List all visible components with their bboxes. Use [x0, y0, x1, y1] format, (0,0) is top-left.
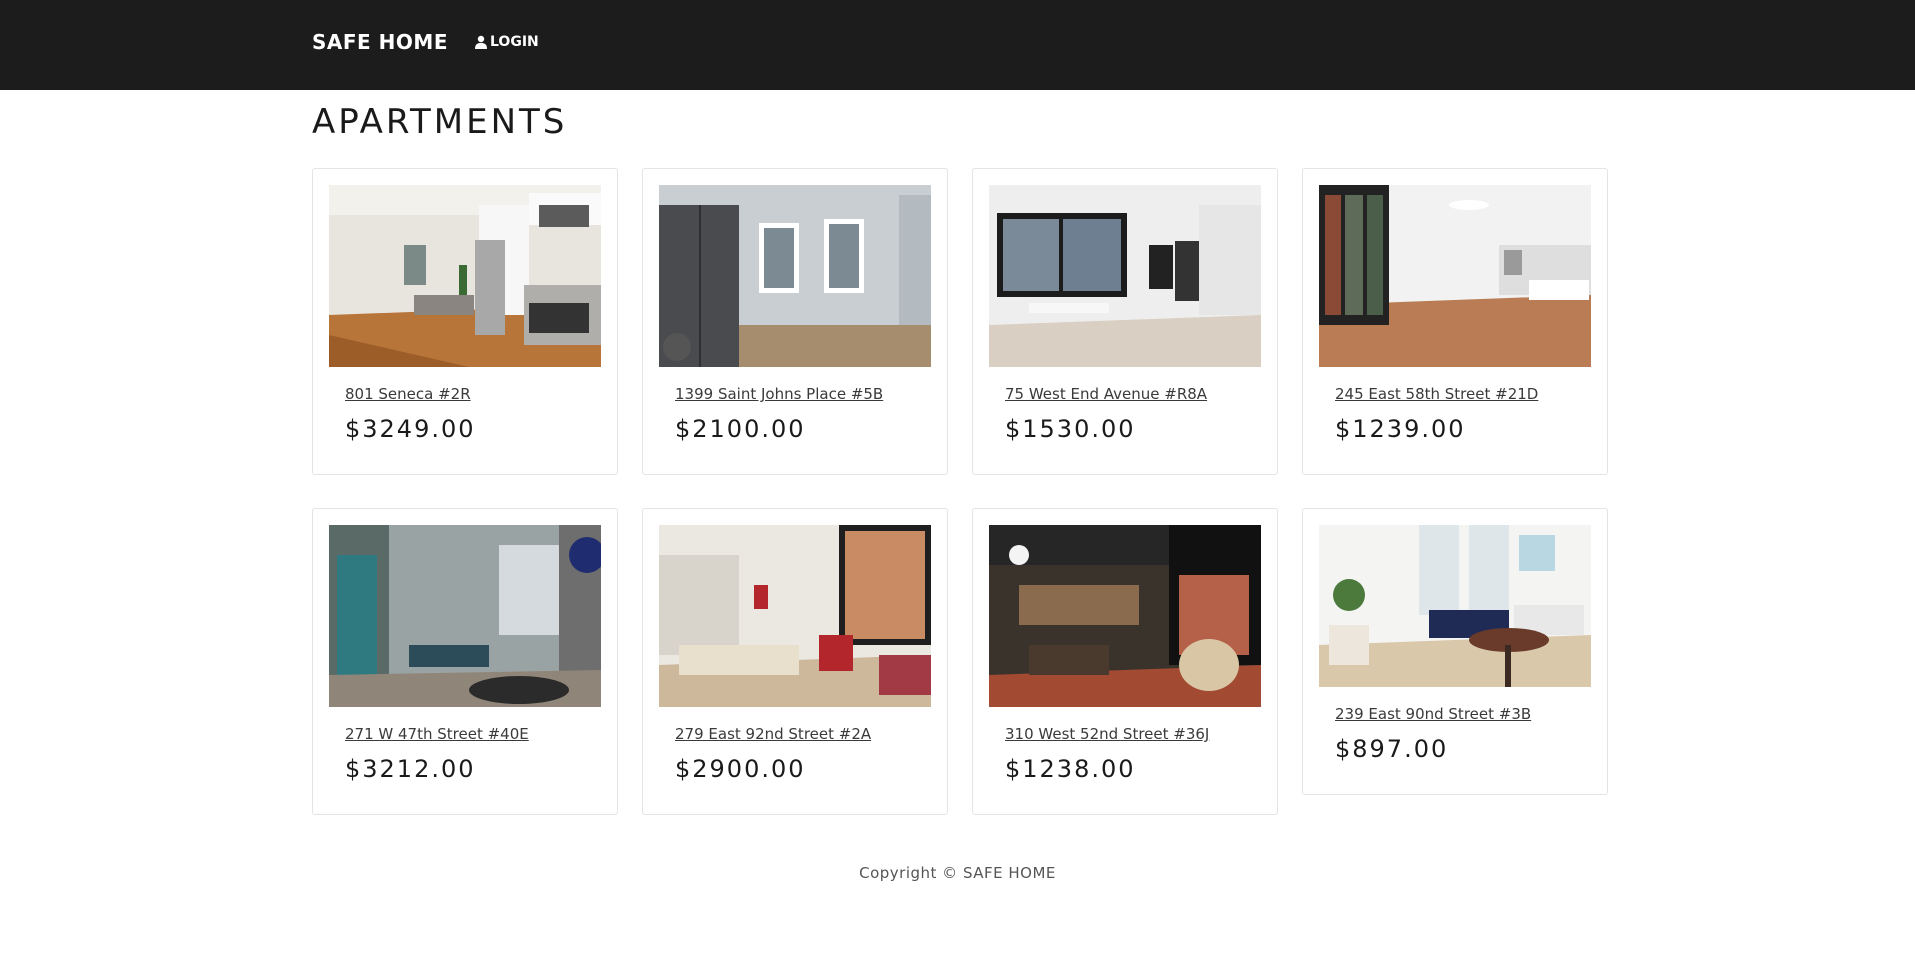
listing-card: 310 West 52nd Street #36J $1238.00: [972, 508, 1278, 815]
listing-photo[interactable]: [1319, 185, 1591, 367]
listing-price: $3212.00: [345, 755, 476, 783]
listing-price: $1238.00: [1005, 755, 1136, 783]
listing-address-link[interactable]: 75 West End Avenue #R8A: [1005, 385, 1207, 403]
listing-address-link[interactable]: 245 East 58th Street #21D: [1335, 385, 1538, 403]
listing-price: $1239.00: [1335, 415, 1466, 443]
footer-copyright: Copyright © SAFE HOME: [859, 864, 1056, 882]
listing-price: $897.00: [1335, 735, 1449, 763]
listing-price: $3249.00: [345, 415, 476, 443]
listing-address-link[interactable]: 801 Seneca #2R: [345, 385, 471, 403]
listing-price: $2100.00: [675, 415, 806, 443]
listing-photo[interactable]: [989, 185, 1261, 367]
listing-card: 1399 Saint Johns Place #5B $2100.00: [642, 168, 948, 475]
listing-card: 75 West End Avenue #R8A $1530.00: [972, 168, 1278, 475]
login-label: LOGIN: [490, 34, 539, 50]
login-link[interactable]: LOGIN: [474, 34, 539, 50]
listing-photo[interactable]: [329, 525, 601, 707]
listing-card: 245 East 58th Street #21D $1239.00: [1302, 168, 1608, 475]
listing-card: 271 W 47th Street #40E $3212.00: [312, 508, 618, 815]
listing-address-link[interactable]: 271 W 47th Street #40E: [345, 725, 529, 743]
listing-card: 239 East 90nd Street #3B $897.00: [1302, 508, 1608, 795]
listing-address-link[interactable]: 239 East 90nd Street #3B: [1335, 705, 1531, 723]
listing-photo[interactable]: [329, 185, 601, 367]
listing-address-link[interactable]: 310 West 52nd Street #36J: [1005, 725, 1209, 743]
listing-photo[interactable]: [659, 185, 931, 367]
listing-photo[interactable]: [1319, 525, 1591, 687]
listing-photo[interactable]: [989, 525, 1261, 707]
brand-link[interactable]: SAFE HOME: [312, 30, 448, 54]
listing-photo[interactable]: [659, 525, 931, 707]
listing-price: $1530.00: [1005, 415, 1136, 443]
listing-address-link[interactable]: 1399 Saint Johns Place #5B: [675, 385, 883, 403]
page-title: APARTMENTS: [312, 102, 568, 142]
navbar: SAFE HOME LOGIN: [0, 0, 1915, 90]
listing-price: $2900.00: [675, 755, 806, 783]
user-icon: [474, 35, 488, 49]
listing-card: 279 East 92nd Street #2A $2900.00: [642, 508, 948, 815]
listing-card: 801 Seneca #2R $3249.00: [312, 168, 618, 475]
listing-address-link[interactable]: 279 East 92nd Street #2A: [675, 725, 871, 743]
